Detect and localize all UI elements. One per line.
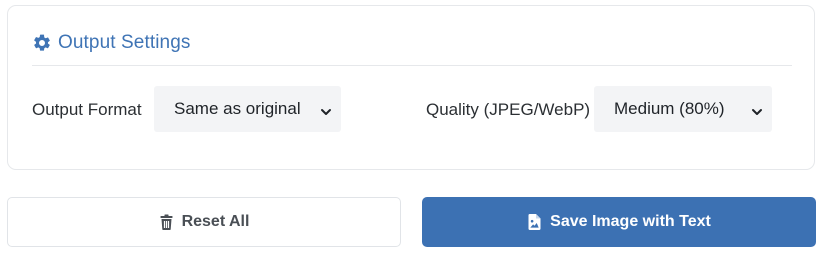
gear-icon [32,33,58,53]
quality-select[interactable]: Medium (80%) [594,86,772,132]
output-settings-header: Output Settings [32,32,190,54]
chevron-down-icon [751,103,763,115]
trash-icon [159,214,182,230]
output-settings-card: Output Settings Output Format Same as or… [7,5,815,170]
output-format-value: Same as original [174,99,301,118]
output-format-label: Output Format [32,100,142,119]
reset-all-button[interactable]: Reset All [7,197,401,247]
output-format-select[interactable]: Same as original [154,86,341,132]
section-title: Output Settings [58,32,191,53]
save-image-button[interactable]: Save Image with Text [422,197,816,247]
quality-label: Quality (JPEG/WebP) [426,100,591,119]
reset-all-label: Reset All [181,213,250,230]
save-image-label: Save Image with Text [550,213,711,230]
file-image-icon [527,214,550,230]
chevron-down-icon [320,103,332,115]
quality-value: Medium (80%) [614,99,725,118]
header-divider [32,65,792,66]
